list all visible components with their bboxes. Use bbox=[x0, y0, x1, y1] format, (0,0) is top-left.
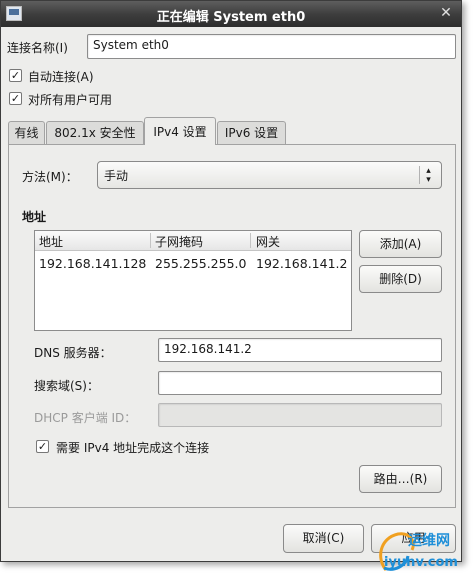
all-users-label: 对所有用户可用 bbox=[28, 93, 113, 107]
address-section-heading: 地址 bbox=[22, 210, 47, 224]
connection-name-input[interactable]: System eth0 bbox=[87, 34, 456, 59]
connection-name-label: 连接名称(I) bbox=[7, 41, 68, 55]
column-netmask[interactable]: 子网掩码 bbox=[155, 233, 203, 250]
all-users-checkbox[interactable]: ✓ bbox=[9, 92, 22, 105]
address-table-header: 地址 子网掩码 网关 bbox=[35, 231, 351, 251]
cancel-button[interactable]: 取消(C) bbox=[283, 524, 364, 553]
auto-connect-checkbox[interactable]: ✓ bbox=[9, 69, 22, 82]
title-bar[interactable]: 正在编辑 System eth0 ✕ bbox=[1, 1, 461, 27]
delete-button[interactable]: 删除(D) bbox=[359, 265, 442, 293]
address-cell[interactable]: 192.168.141.128 bbox=[39, 256, 146, 271]
column-address[interactable]: 地址 bbox=[39, 233, 63, 250]
ipv4-settings-panel: 方法(M)： 手动 ▴ ▾ 地址 地址 子网掩码 网关 192.168.141.1… bbox=[8, 144, 456, 508]
method-value: 手动 bbox=[104, 169, 129, 183]
address-table[interactable]: 地址 子网掩码 网关 192.168.141.128 255.255.255.0… bbox=[34, 230, 352, 331]
search-domain-label: 搜索域(S)： bbox=[34, 379, 99, 393]
tab-8021x-security[interactable]: 802.1x 安全性 bbox=[46, 121, 144, 145]
column-separator bbox=[250, 233, 251, 248]
column-gateway[interactable]: 网关 bbox=[256, 233, 280, 250]
close-icon[interactable]: ✕ bbox=[437, 4, 455, 22]
column-separator bbox=[150, 233, 151, 248]
window-title: 正在编辑 System eth0 bbox=[156, 10, 306, 25]
require-ipv4-checkbox[interactable]: ✓ bbox=[36, 440, 49, 453]
netmask-cell[interactable]: 255.255.255.0 bbox=[155, 256, 246, 271]
dns-label: DNS 服务器： bbox=[34, 346, 112, 360]
tab-wired[interactable]: 有线 bbox=[8, 121, 45, 145]
search-domain-input[interactable] bbox=[158, 371, 442, 395]
tab-ipv4-settings[interactable]: IPv4 设置 bbox=[144, 117, 216, 145]
routes-button[interactable]: 路由…(R) bbox=[359, 465, 442, 493]
tab-ipv6-settings[interactable]: IPv6 设置 bbox=[217, 121, 286, 145]
method-label: 方法(M)： bbox=[22, 170, 78, 184]
method-combo[interactable]: 手动 ▴ ▾ bbox=[97, 161, 442, 189]
dhcp-client-id-input bbox=[158, 403, 442, 427]
combo-arrows-icon: ▴ ▾ bbox=[419, 166, 437, 185]
apply-button[interactable]: 应用 bbox=[371, 524, 456, 553]
add-button[interactable]: 添加(A) bbox=[359, 230, 442, 258]
dns-servers-input[interactable]: 192.168.141.2 bbox=[158, 338, 442, 362]
gateway-cell[interactable]: 192.168.141.2 bbox=[256, 256, 347, 271]
auto-connect-label: 自动连接(A) bbox=[28, 70, 94, 84]
edit-connection-dialog: 正在编辑 System eth0 ✕ 连接名称(I) System eth0 ✓… bbox=[0, 0, 462, 562]
dhcp-client-id-label: DHCP 客户端 ID： bbox=[34, 411, 137, 425]
require-ipv4-label: 需要 IPv4 地址完成这个连接 bbox=[56, 441, 210, 455]
